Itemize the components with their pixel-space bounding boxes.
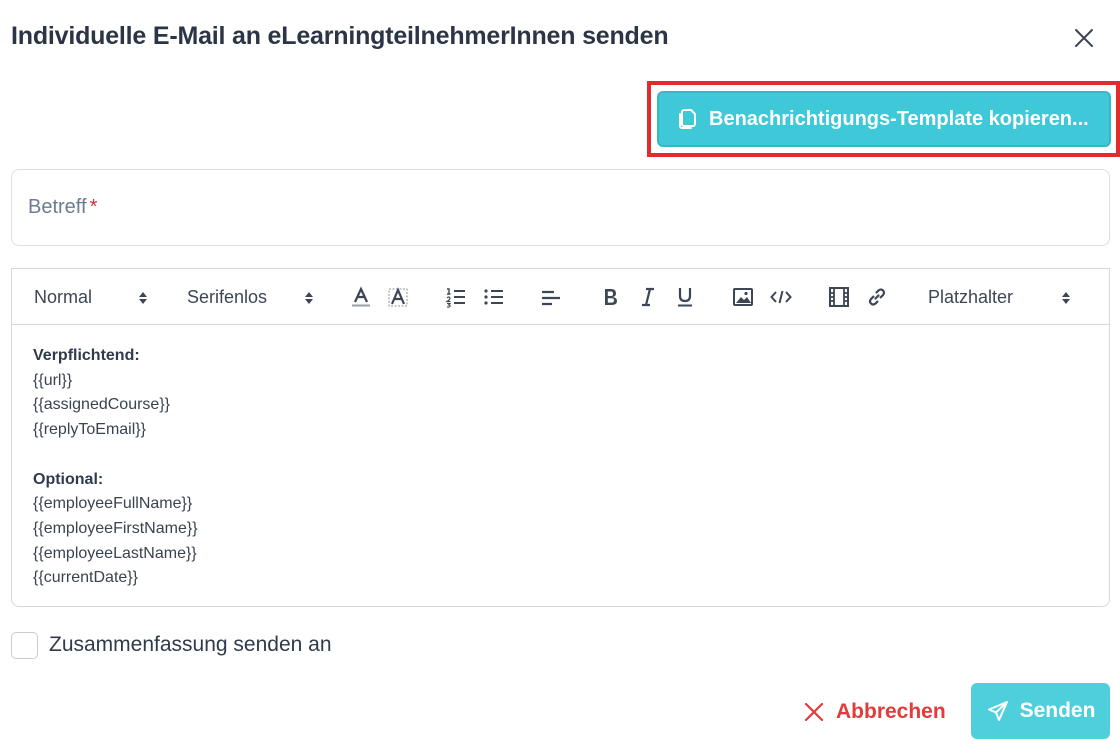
copy-template-label: Benachrichtigungs-Template kopieren... (709, 107, 1089, 130)
link-icon[interactable] (866, 286, 888, 308)
summary-label: Zusammenfassung senden an (49, 633, 332, 656)
dialog-title: Individuelle E-Mail an eLearningteilnehm… (11, 22, 669, 50)
placeholder-line: {{currentDate}} (33, 569, 138, 587)
subject-input[interactable]: Betreff * (11, 169, 1110, 246)
send-button[interactable]: Senden (971, 683, 1110, 739)
video-icon[interactable] (828, 286, 850, 308)
text-color-icon[interactable] (350, 286, 372, 308)
placeholder-line: {{url}} (33, 371, 73, 389)
placeholder-line: {{employeeFirstName}} (33, 519, 198, 537)
cancel-button[interactable]: Abbrechen (804, 694, 946, 730)
placeholder-line: {{employeeFullName}} (33, 495, 193, 513)
align-left-icon[interactable] (540, 286, 562, 308)
required-mark: * (89, 196, 98, 218)
font-select[interactable]: Serifenlos (187, 269, 267, 325)
updown-icon (305, 292, 313, 304)
send-icon (987, 701, 1008, 721)
background-color-icon[interactable] (387, 286, 409, 308)
optional-heading: Optional: (33, 470, 104, 488)
close-button[interactable] (1070, 24, 1098, 52)
updown-icon (1062, 292, 1070, 304)
editor-toolbar: Normal Serifenlos Platzhalter (12, 269, 1109, 325)
placeholder-line: {{assignedCourse}} (33, 396, 170, 414)
subject-label: Betreff * (28, 196, 98, 218)
copy-icon (679, 109, 696, 129)
close-icon (804, 702, 824, 722)
italic-icon[interactable] (637, 286, 659, 308)
ordered-list-icon[interactable] (445, 286, 467, 308)
placeholder-select[interactable]: Platzhalter (928, 269, 1013, 325)
image-icon[interactable] (732, 286, 754, 308)
send-label: Senden (1019, 699, 1096, 722)
placeholder-line: {{replyToEmail}} (33, 421, 146, 439)
copy-template-button[interactable]: Benachrichtigungs-Template kopieren... (657, 91, 1111, 147)
editor-content[interactable]: Verpflichtend: {{url}} {{assignedCourse}… (33, 344, 198, 591)
cancel-label: Abbrechen (836, 700, 946, 723)
bullet-list-icon[interactable] (483, 286, 505, 308)
close-icon (1075, 29, 1093, 47)
bold-icon[interactable] (599, 286, 621, 308)
format-select[interactable]: Normal (34, 269, 92, 325)
required-heading: Verpflichtend: (33, 347, 140, 364)
placeholder-line: {{employeeLastName}} (33, 544, 197, 562)
rich-text-editor[interactable]: Normal Serifenlos Platzhalter Verpflicht… (11, 268, 1110, 607)
updown-icon (139, 292, 147, 304)
code-icon[interactable] (770, 286, 792, 308)
underline-icon[interactable] (674, 286, 696, 308)
summary-checkbox[interactable] (11, 632, 38, 659)
